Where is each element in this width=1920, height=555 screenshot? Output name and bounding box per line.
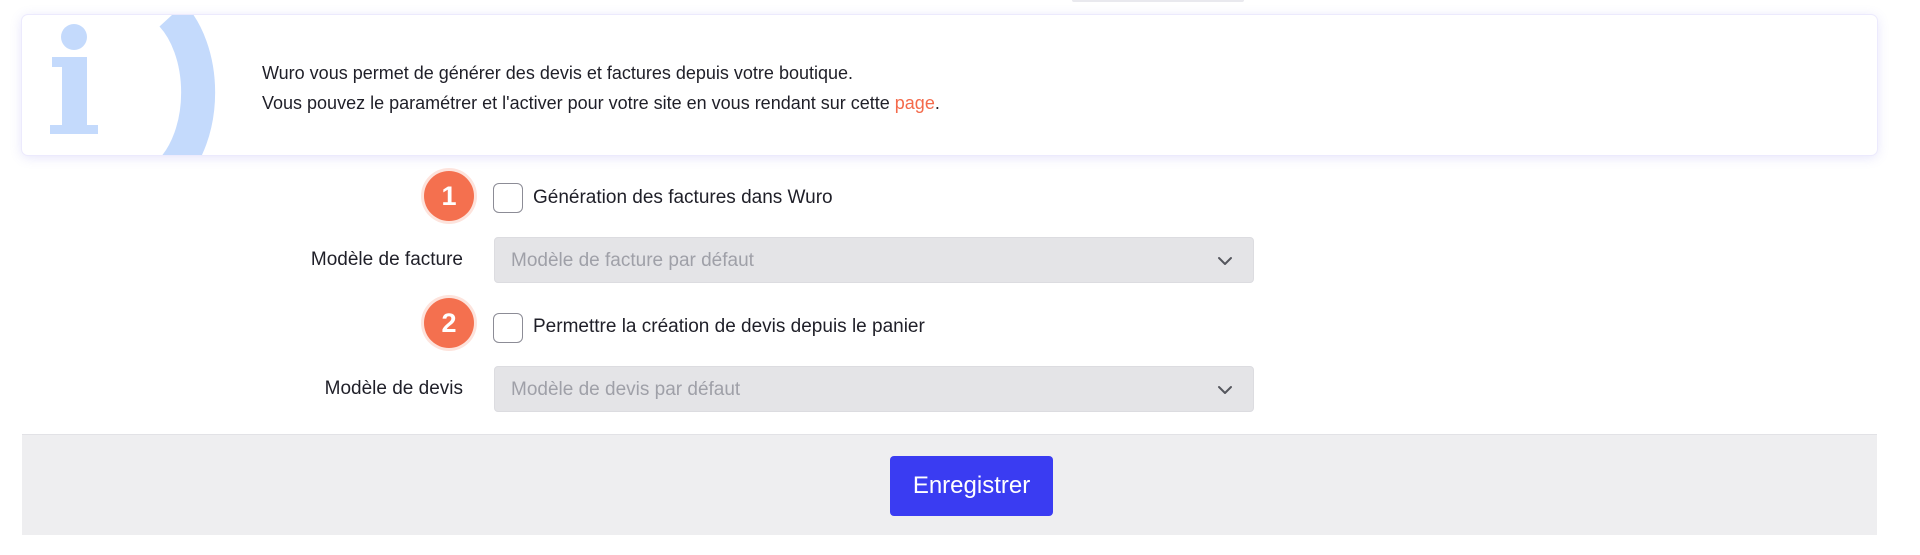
invoice-template-placeholder: Modèle de facture par défaut: [511, 250, 754, 271]
quote-template-placeholder: Modèle de devis par défaut: [511, 379, 741, 400]
info-text-line-1: Wuro vous permet de générer des devis et…: [262, 63, 854, 83]
info-text-line-2: Vous pouvez le paramétrer et l'activer p…: [262, 92, 940, 114]
top-decoration: [1072, 0, 1244, 2]
step-badge-1: 1: [424, 171, 474, 221]
save-button[interactable]: Enregistrer: [890, 456, 1053, 516]
chevron-down-icon: [1215, 251, 1235, 271]
info-text-line-2-suffix: .: [934, 93, 940, 113]
settings-page-link[interactable]: page: [895, 93, 935, 113]
info-text-line-2-prefix: Vous pouvez le paramétrer et l'activer p…: [262, 93, 895, 113]
step-badge-2: 2: [424, 298, 474, 348]
quote-from-cart-label[interactable]: Permettre la création de devis depuis le…: [533, 315, 925, 339]
chevron-down-icon: [1215, 380, 1235, 400]
info-icon: [22, 15, 242, 155]
quote-from-cart-checkbox[interactable]: [493, 313, 523, 343]
quote-template-label: Modèle de devis: [324, 378, 463, 399]
invoice-template-label: Modèle de facture: [310, 249, 463, 270]
form-footer: Enregistrer: [22, 434, 1877, 535]
invoice-generation-label[interactable]: Génération des factures dans Wuro: [533, 186, 833, 210]
quote-template-select[interactable]: Modèle de devis par défaut: [494, 366, 1254, 412]
info-panel: Wuro vous permet de générer des devis et…: [22, 15, 1877, 155]
invoice-generation-checkbox[interactable]: [493, 183, 523, 213]
invoice-template-select[interactable]: Modèle de facture par défaut: [494, 237, 1254, 283]
